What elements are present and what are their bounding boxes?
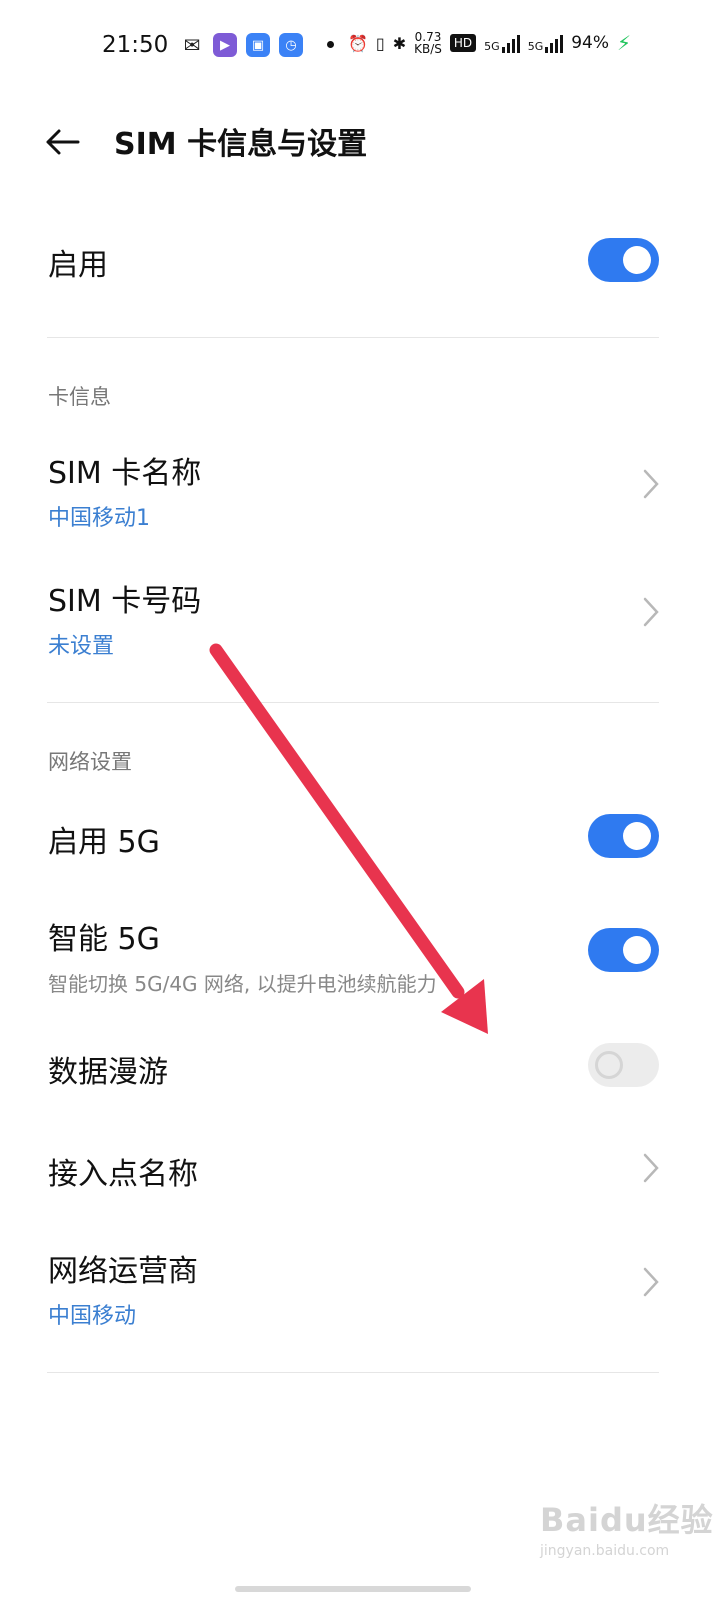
alarm-icon: ⏰ xyxy=(348,33,368,53)
baidu-watermark: Baidu经验 jingyan.baidu.com xyxy=(540,1495,714,1559)
network-type-1: 5G xyxy=(484,40,500,53)
data-roaming-label: 数据漫游 xyxy=(48,1055,168,1090)
data-roaming-row[interactable]: 数据漫游 xyxy=(48,1047,660,1091)
chevron-right-icon xyxy=(640,595,662,629)
signal-1: 5G xyxy=(484,33,520,53)
divider xyxy=(47,337,659,338)
enable-toggle[interactable] xyxy=(588,238,659,282)
wechat-icon: ✉ xyxy=(183,33,201,57)
chevron-right-icon xyxy=(640,1151,662,1185)
sim-number-label: SIM 卡号码 xyxy=(48,584,202,619)
toggle-knob xyxy=(623,936,651,964)
sim-number-row[interactable]: SIM 卡号码 未设置 xyxy=(48,576,660,660)
back-arrow-icon[interactable] xyxy=(42,122,82,162)
chevron-right-icon xyxy=(640,1265,662,1299)
enable-label: 启用 xyxy=(48,248,108,283)
smart-5g-toggle[interactable] xyxy=(588,928,659,972)
charging-icon: ⚡ xyxy=(617,31,632,55)
watermark-sub: jingyan.baidu.com xyxy=(540,1543,670,1559)
speed-unit: KB/S xyxy=(414,42,442,56)
status-bar: 21:50 ✉ ▶ ▣ ◷ ⏰ ▯ ✱ 0.73 KB/S HD 5G 5G 9… xyxy=(0,0,720,92)
apn-label: 接入点名称 xyxy=(48,1157,198,1192)
sim-number-value: 未设置 xyxy=(48,634,115,659)
network-type-2: 5G xyxy=(527,40,544,53)
network-operator-label: 网络运营商 xyxy=(48,1254,198,1289)
smart-5g-description: 智能切换 5G/4G 网络, 以提升电池续航能力 xyxy=(48,972,437,996)
network-operator-row[interactable]: 网络运营商 中国移动 xyxy=(48,1246,660,1330)
section-network-settings: 网络设置 xyxy=(48,750,132,774)
network-operator-value: 中国移动 xyxy=(48,1304,137,1329)
smart-5g-label: 智能 5G xyxy=(48,922,160,957)
data-roaming-toggle[interactable] xyxy=(588,1043,659,1087)
sim-name-row[interactable]: SIM 卡名称 中国移动1 xyxy=(48,448,660,532)
smart-5g-row[interactable]: 智能 5G 智能切换 5G/4G 网络, 以提升电池续航能力 xyxy=(48,914,660,997)
page-title: SIM 卡信息与设置 xyxy=(114,127,368,162)
notification-icons: ✉ ▶ ▣ ◷ xyxy=(180,33,303,57)
enable-5g-row[interactable]: 启用 5G xyxy=(48,817,660,861)
section-card-info: 卡信息 xyxy=(48,385,111,409)
enable-sim-row[interactable]: 启用 xyxy=(48,240,660,284)
divider xyxy=(47,702,659,703)
apn-row[interactable]: 接入点名称 xyxy=(48,1149,660,1193)
time-app-icon: ◷ xyxy=(279,33,303,57)
enable-5g-toggle[interactable] xyxy=(588,814,659,858)
enable-5g-label: 启用 5G xyxy=(48,825,160,860)
bluetooth-icon: ✱ xyxy=(392,33,407,53)
toggle-knob xyxy=(623,822,651,850)
hd-badge: HD xyxy=(449,34,477,52)
network-speed: 0.73 KB/S xyxy=(414,31,442,55)
toggle-knob xyxy=(623,246,651,274)
toggle-knob xyxy=(595,1051,623,1079)
chevron-right-icon xyxy=(640,467,662,501)
video-app-icon: ▶ xyxy=(213,33,237,57)
system-icons: ⏰ ▯ ✱ 0.73 KB/S HD 5G 5G 94% ⚡ xyxy=(348,31,631,55)
app-icon: ▣ xyxy=(246,33,270,57)
sim-name-label: SIM 卡名称 xyxy=(48,456,202,491)
notification-dot-icon xyxy=(327,41,334,48)
status-time: 21:50 xyxy=(102,32,169,58)
battery-level: 94% xyxy=(571,33,610,53)
signal-2: 5G xyxy=(528,33,564,53)
vibrate-icon: ▯ xyxy=(375,33,385,53)
watermark-main: Baidu经验 xyxy=(540,1501,714,1539)
home-indicator[interactable] xyxy=(235,1586,471,1592)
divider xyxy=(47,1372,659,1373)
signal-bars-icon xyxy=(545,33,564,53)
sim-name-value: 中国移动1 xyxy=(48,506,150,531)
signal-bars-icon xyxy=(501,33,520,53)
